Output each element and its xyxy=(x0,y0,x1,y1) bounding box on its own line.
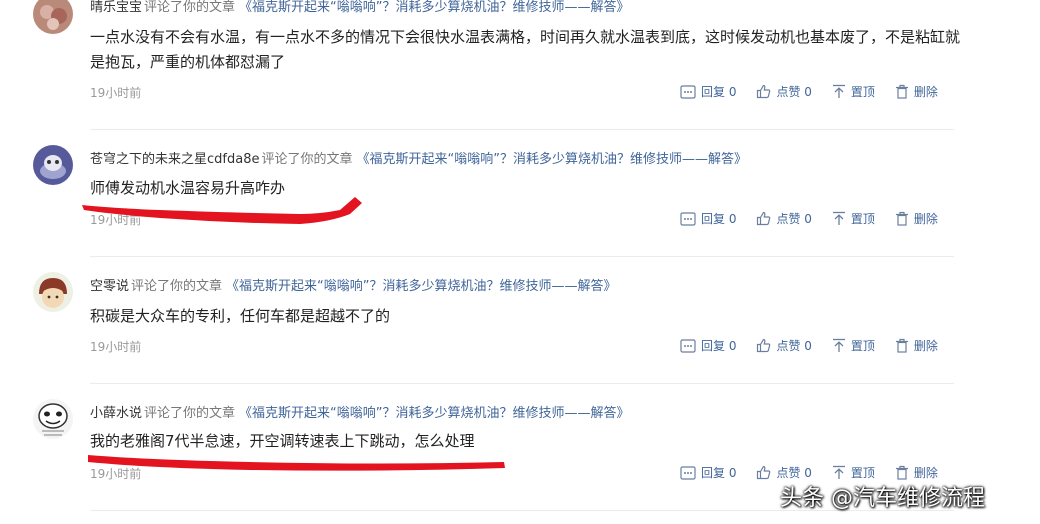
delete-label: 删除 xyxy=(913,466,938,480)
comment-box-icon xyxy=(680,211,696,226)
comment-actions: 回复 0 点赞 0 置顶 删除 xyxy=(680,83,938,100)
comment-username[interactable]: 小薛水说 xyxy=(90,406,142,421)
user-avatar[interactable] xyxy=(33,399,73,439)
like-button[interactable]: 点赞 0 xyxy=(756,464,812,481)
article-link[interactable]: 《福克斯开起来“嗡嗡响”？消耗多少算烧机油？维修技师——解答》 xyxy=(239,406,629,421)
pin-button[interactable]: 置顶 xyxy=(832,210,875,227)
delete-label: 删除 xyxy=(913,85,938,99)
comment-box-icon xyxy=(680,338,696,353)
reply-button[interactable]: 回复 0 xyxy=(680,210,736,227)
comment-verb: 评论了你的文章 xyxy=(144,406,236,421)
delete-button[interactable]: 删除 xyxy=(895,464,938,481)
like-button[interactable]: 点赞 0 xyxy=(756,83,812,100)
divider xyxy=(90,256,954,257)
comment-username[interactable]: 空零说 xyxy=(90,279,129,294)
trash-icon xyxy=(895,211,908,226)
thumbs-up-icon xyxy=(757,211,771,226)
pin-label: 置顶 xyxy=(850,466,875,480)
pin-button[interactable]: 置顶 xyxy=(832,464,875,481)
article-link[interactable]: 《福克斯开起来“嗡嗡响”？消耗多少算烧机油？维修技师——解答》 xyxy=(239,0,629,15)
like-button[interactable]: 点赞 0 xyxy=(756,337,812,354)
comment-text: 师傅发动机水温容易升高咋办 xyxy=(90,179,286,197)
pin-top-icon xyxy=(832,465,845,479)
pin-top-icon xyxy=(832,211,845,225)
comment-header: 晴乐宝宝 评论了你的文章 《福克斯开起来“嗡嗡响”？消耗多少算烧机油？维修技师——解… xyxy=(90,0,630,15)
pin-label: 置顶 xyxy=(850,339,875,353)
comment-verb: 评论了你的文章 xyxy=(131,279,223,294)
delete-button[interactable]: 删除 xyxy=(895,83,938,100)
like-label: 点赞 0 xyxy=(776,85,812,99)
comment-box-icon xyxy=(680,84,696,99)
pin-top-icon xyxy=(832,84,845,98)
like-label: 点赞 0 xyxy=(776,466,812,480)
user-avatar[interactable] xyxy=(33,0,73,34)
comment-header: 小薛水说 评论了你的文章 《福克斯开起来“嗡嗡响”？消耗多少算烧机油？维修技师——解… xyxy=(90,402,630,421)
reply-label: 回复 0 xyxy=(701,85,737,99)
comment-text: 我的老雅阁7代半怠速，开空调转速表上下跳动，怎么处理 xyxy=(90,432,475,450)
comment-text: 积碳是大众车的专利，任何车都是超越不了的 xyxy=(90,307,391,325)
like-label: 点赞 0 xyxy=(776,339,812,353)
pin-button[interactable]: 置顶 xyxy=(832,337,875,354)
comment-actions: 回复 0 点赞 0 置顶 删除 xyxy=(680,337,938,354)
reply-button[interactable]: 回复 0 xyxy=(680,337,736,354)
user-avatar[interactable] xyxy=(33,145,73,185)
pin-button[interactable]: 置顶 xyxy=(832,83,875,100)
comment-box-icon xyxy=(680,465,696,480)
trash-icon xyxy=(895,465,908,480)
pin-label: 置顶 xyxy=(850,212,875,226)
thumbs-up-icon xyxy=(757,338,771,353)
reply-button[interactable]: 回复 0 xyxy=(680,83,736,100)
article-link[interactable]: 《福克斯开起来“嗡嗡响”？消耗多少算烧机油？维修技师——解答》 xyxy=(356,152,746,167)
comment-username[interactable]: 晴乐宝宝 xyxy=(90,0,142,15)
pin-label: 置顶 xyxy=(850,85,875,99)
pin-top-icon xyxy=(832,338,845,352)
like-label: 点赞 0 xyxy=(776,212,812,226)
reply-label: 回复 0 xyxy=(701,212,737,226)
comment-time: 19小时前 xyxy=(90,340,142,354)
comment-header: 空零说 评论了你的文章 《福克斯开起来“嗡嗡响”？消耗多少算烧机油？维修技师——解答… xyxy=(90,275,617,294)
delete-button[interactable]: 删除 xyxy=(895,210,938,227)
comment-verb: 评论了你的文章 xyxy=(144,0,236,15)
watermark: 头条 @汽车维修流程 xyxy=(780,486,985,511)
comment-actions: 回复 0 点赞 0 置顶 删除 xyxy=(680,210,938,227)
thumbs-up-icon xyxy=(757,84,771,99)
trash-icon xyxy=(895,338,908,353)
comment-time: 19小时前 xyxy=(90,467,142,481)
comment-text: 一点水没有不会有水温，有一点水不多的情况下会很快水温表满格，时间再久就水温表到底… xyxy=(90,28,961,71)
comment-username[interactable]: 苍穹之下的未来之星cdfda8e xyxy=(90,152,259,167)
divider xyxy=(90,383,954,384)
reply-label: 回复 0 xyxy=(701,466,737,480)
divider xyxy=(90,129,954,130)
comment-time: 19小时前 xyxy=(90,86,142,100)
article-link[interactable]: 《福克斯开起来“嗡嗡响”？消耗多少算烧机油？维修技师——解答》 xyxy=(226,279,616,294)
thumbs-up-icon xyxy=(757,465,771,480)
delete-label: 删除 xyxy=(913,212,938,226)
reply-label: 回复 0 xyxy=(701,339,737,353)
like-button[interactable]: 点赞 0 xyxy=(756,210,812,227)
delete-label: 删除 xyxy=(913,339,938,353)
reply-button[interactable]: 回复 0 xyxy=(680,464,736,481)
comment-header: 苍穹之下的未来之星cdfda8e 评论了你的文章 《福克斯开起来“嗡嗡响”？消耗多少… xyxy=(90,148,747,167)
trash-icon xyxy=(895,84,908,99)
comment-verb: 评论了你的文章 xyxy=(261,152,353,167)
user-avatar[interactable] xyxy=(33,272,73,312)
delete-button[interactable]: 删除 xyxy=(895,337,938,354)
comment-time: 19小时前 xyxy=(90,213,142,227)
comment-actions: 回复 0 点赞 0 置顶 删除 xyxy=(680,464,938,481)
